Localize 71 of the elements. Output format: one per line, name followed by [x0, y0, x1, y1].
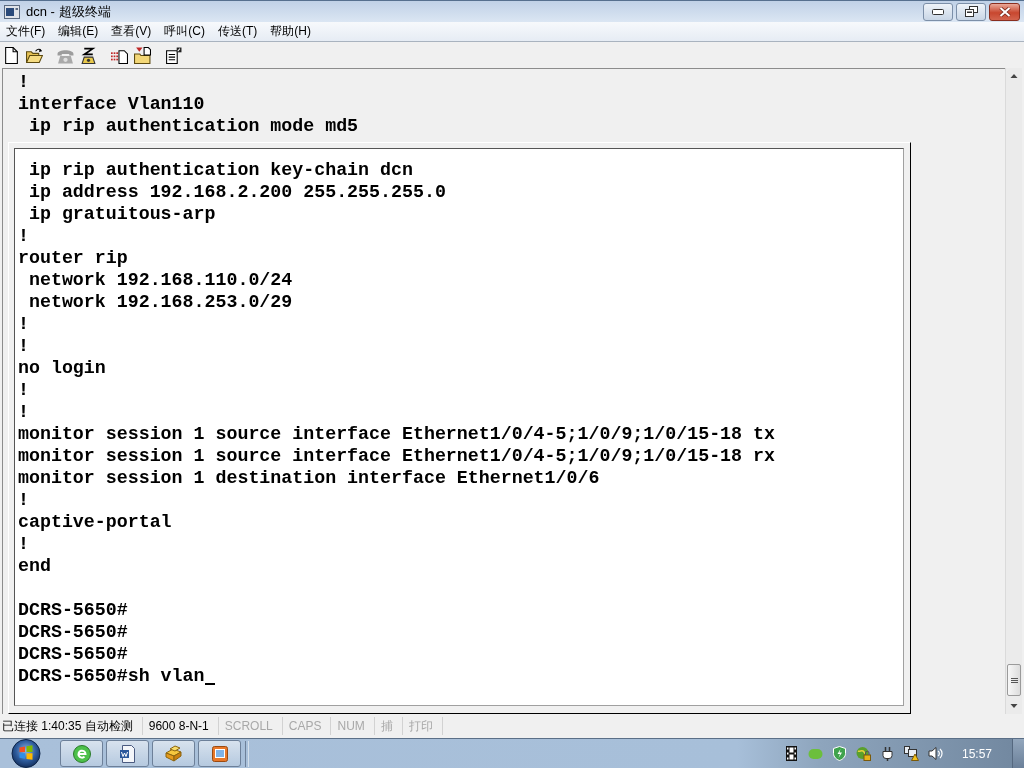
menu-item[interactable]: 编辑(E)	[52, 22, 106, 41]
taskbar-button[interactable]	[60, 740, 103, 767]
terminal-line: ip rip authentication key-chain dcn	[27, 160, 413, 180]
terminal-line: monitor session 1 destination interface Ethernet1/0/6	[18, 468, 600, 488]
ring-circle-icon	[71, 743, 92, 764]
speaker-icon[interactable]	[927, 746, 943, 761]
terminal-line: ip address 192.168.2.200 255.255.255.0	[27, 182, 446, 202]
close-button[interactable]	[989, 2, 1020, 21]
terminal-line: DCRS-5650#	[18, 644, 128, 664]
menu-item[interactable]: 文件(F)	[0, 22, 53, 41]
minimize-button[interactable]	[923, 2, 953, 21]
restore-button[interactable]	[956, 2, 986, 21]
terminal-line: DCRS-5650#sh vlan	[18, 666, 205, 686]
status-indicator: 捕	[374, 717, 403, 735]
status-indicator: 9600 8-N-1	[142, 717, 219, 735]
menu-item[interactable]: 帮助(H)	[264, 22, 318, 41]
shield-icon[interactable]	[831, 746, 847, 761]
terminal-line: !	[18, 336, 29, 356]
minimize-icon	[932, 8, 944, 15]
terminal-line: DCRS-5650#	[18, 600, 128, 620]
window-title: dcn - 超级终端	[26, 2, 112, 21]
terminal-line: network 192.168.110.0/24	[27, 270, 293, 290]
new-document-icon[interactable]	[3, 46, 20, 64]
terminal-window-icon[interactable]	[4, 4, 20, 19]
terminal-line: ip rip authentication mode md5	[27, 116, 359, 136]
orb-flag-icon	[10, 739, 42, 768]
status-indicator: SCROLL	[218, 717, 283, 735]
terminal-line: monitor session 1 source interface Ethernet1/0/4-5;1/0/9;1/0/15-18 tx	[18, 424, 775, 444]
terminal-line: captive-portal	[18, 512, 172, 532]
clock-text: 15:57	[961, 746, 992, 761]
network-warning-icon[interactable]	[903, 746, 919, 761]
status-indicator: NUM	[331, 717, 375, 735]
menu-item[interactable]: 传送(T)	[212, 22, 265, 41]
status-indicator: 已连接 1:40:35 自动检测	[0, 717, 143, 735]
menu-item[interactable]: 呼叫(C)	[158, 22, 212, 41]
menu-item[interactable]: 查看(V)	[105, 22, 159, 41]
terminal-line: !	[18, 314, 29, 334]
terminal-line: DCRS-5650#	[18, 622, 128, 642]
terminal-line: network 192.168.253.0/29	[27, 292, 293, 312]
scroll-thumb[interactable]	[1007, 664, 1021, 696]
close-icon	[998, 6, 1011, 17]
taskbar-button[interactable]	[106, 740, 149, 767]
vertical-scrollbar[interactable]	[1005, 68, 1022, 714]
document-lines-icon[interactable]	[165, 46, 182, 64]
stacked-boxes-icon	[163, 743, 184, 764]
terminal-line: end	[18, 556, 51, 576]
open-folder-icon[interactable]	[26, 46, 43, 64]
restore-icon	[964, 6, 978, 17]
film-strip-icon[interactable]	[783, 746, 799, 761]
terminal-line: no login	[18, 358, 106, 378]
document-icon	[117, 743, 138, 764]
globe-lock-icon[interactable]	[855, 746, 871, 761]
zigzag-phone-icon[interactable]	[80, 46, 97, 64]
taskbar-button[interactable]	[198, 740, 241, 767]
terminal-line: !	[18, 490, 29, 510]
terminal-line: router rip	[18, 248, 128, 268]
terminal-line: !	[18, 72, 29, 92]
taskbar-button[interactable]	[152, 740, 195, 767]
start-button[interactable]	[10, 739, 42, 768]
terminal-line: !	[18, 226, 29, 246]
terminal-line: !	[18, 380, 29, 400]
terminal-line: monitor session 1 source interface Ethernet1/0/4-5;1/0/9;1/0/15-18 rx	[18, 446, 775, 466]
plug-icon[interactable]	[879, 746, 895, 761]
terminal-line: !	[18, 534, 29, 554]
status-indicator: CAPS	[282, 717, 332, 735]
terminal-line: !	[18, 402, 29, 422]
framed-square-icon	[209, 743, 230, 764]
status-indicator: 打印	[402, 717, 443, 735]
terminal-line: ip gratuitous-arp	[27, 204, 216, 224]
terminal-line: interface Vlan110	[18, 94, 205, 114]
folder-arrow-icon[interactable]	[134, 46, 151, 64]
